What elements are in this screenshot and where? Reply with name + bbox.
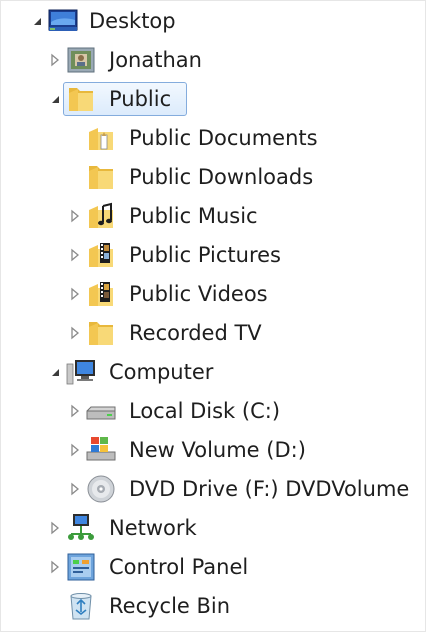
- dvd-drive-icon: [87, 475, 115, 503]
- collapsed-arrow-icon[interactable]: [67, 442, 83, 458]
- tree-item-label: Recycle Bin: [109, 594, 231, 618]
- windows-drive-icon: [86, 437, 116, 461]
- tree-item-label: Public Documents: [129, 126, 318, 150]
- desktop-icon: [48, 9, 78, 31]
- collapsed-arrow-icon[interactable]: [67, 208, 83, 224]
- tree-item-network[interactable]: Network: [1, 510, 421, 546]
- tree-item-recycle-bin[interactable]: Recycle Bin: [1, 588, 421, 624]
- tree-item-recorded-tv[interactable]: Recorded TV: [1, 315, 421, 351]
- tree-item-new-volume-d[interactable]: New Volume (D:): [1, 432, 421, 468]
- tree-item-public-videos[interactable]: Public Videos: [1, 276, 421, 312]
- folder-icon: [89, 166, 113, 189]
- tree-item-local-disk-c[interactable]: Local Disk (C:): [1, 393, 421, 429]
- tree-item-label: Computer: [109, 360, 214, 384]
- tree-item-public-downloads[interactable]: Public Downloads: [1, 159, 421, 195]
- hard-drive-icon: [86, 406, 116, 420]
- tree-item-control-panel[interactable]: Control Panel: [1, 549, 421, 585]
- tree-item-public[interactable]: Public: [1, 81, 421, 117]
- tree-item-jonathan[interactable]: Jonathan: [1, 42, 421, 78]
- tree-item-label: Public Videos: [129, 282, 268, 306]
- collapsed-arrow-icon[interactable]: [67, 403, 83, 419]
- music-folder-icon: [89, 202, 113, 228]
- tree-item-label: Public: [109, 87, 172, 111]
- collapsed-arrow-icon[interactable]: [67, 286, 83, 302]
- recycle-bin-icon: [70, 593, 92, 620]
- tree-item-label: New Volume (D:): [129, 438, 306, 462]
- tree-item-label: Desktop: [89, 9, 176, 33]
- tree-item-label: Local Disk (C:): [129, 399, 281, 423]
- tree-item-label: Jonathan: [109, 48, 202, 72]
- tree-item-dvd-drive-f[interactable]: DVD Drive (F:) DVDVolume: [1, 471, 421, 507]
- videos-folder-icon: [89, 282, 113, 306]
- tree-item-public-pictures[interactable]: Public Pictures: [1, 237, 421, 273]
- collapsed-arrow-icon[interactable]: [47, 559, 63, 575]
- tree-item-label: Network: [109, 516, 197, 540]
- tree-item-label: Public Music: [129, 204, 258, 228]
- tree-item-label: Control Panel: [109, 555, 249, 579]
- tree-item-public-music[interactable]: Public Music: [1, 198, 421, 234]
- tree-item-label: DVD Drive (F:) DVDVolume: [129, 477, 410, 501]
- collapsed-arrow-icon[interactable]: [47, 520, 63, 536]
- expanded-arrow-icon[interactable]: [29, 13, 45, 29]
- tree-item-label: Recorded TV: [129, 321, 262, 345]
- computer-icon: [66, 360, 95, 385]
- pictures-folder-icon: [89, 243, 113, 267]
- user-folder-icon: [67, 47, 95, 73]
- network-icon: [68, 514, 94, 540]
- expanded-arrow-icon[interactable]: [47, 364, 63, 380]
- folder-icon: [89, 322, 113, 345]
- collapsed-arrow-icon[interactable]: [67, 481, 83, 497]
- collapsed-arrow-icon[interactable]: [67, 325, 83, 341]
- folder-icon: [69, 88, 93, 111]
- tree-item-public-documents[interactable]: Public Documents: [1, 120, 421, 156]
- expanded-arrow-icon[interactable]: [47, 91, 63, 107]
- collapsed-arrow-icon[interactable]: [47, 52, 63, 68]
- tree-item-label: Public Pictures: [129, 243, 281, 267]
- collapsed-arrow-icon[interactable]: [67, 247, 83, 263]
- tree-item-label: Public Downloads: [129, 165, 314, 189]
- tree-item-desktop[interactable]: Desktop: [1, 3, 421, 39]
- documents-folder-icon: [89, 128, 113, 150]
- tree-item-computer[interactable]: Computer: [1, 354, 421, 390]
- navigation-tree: Desktop Jonathan Public Public Documents…: [0, 0, 426, 632]
- control-panel-icon: [67, 553, 95, 581]
